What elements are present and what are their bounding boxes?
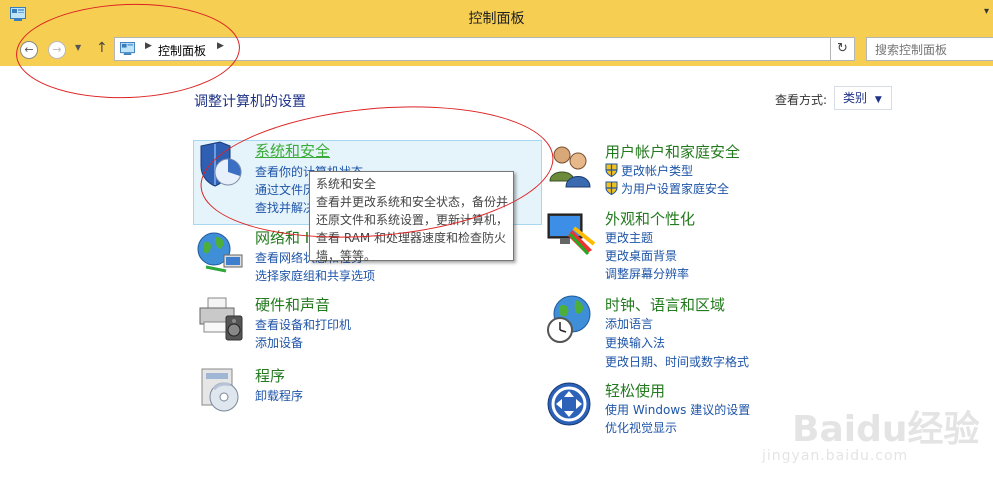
category-link[interactable]: 调整屏幕分辨率 [605,265,689,282]
category-link[interactable]: 更改桌面背景 [605,247,677,264]
watermark: Baidu经验 jingyan.baidu.com [762,400,979,475]
category-link[interactable]: 更换输入法 [605,334,665,351]
category-title[interactable]: 用户帐户和家庭安全 [605,141,740,162]
tooltip-line: 查看并更改系统和安全状态，备份并 [316,195,509,209]
view-by-dropdown[interactable]: 类别 ▼ [834,86,892,110]
uac-shield-icon [605,181,618,195]
view-by-label: 查看方式: [775,93,828,107]
page-title: 调整计算机的设置 [194,94,306,110]
uac-shield-icon [605,163,618,177]
up-button[interactable]: ↑ [96,40,108,56]
refresh-button[interactable]: ↻ [830,37,855,61]
watermark-logo: Baidu经验 [792,409,980,450]
breadcrumb-separator-icon[interactable]: ▶ [217,41,224,51]
category-title[interactable]: 程序 [255,365,285,386]
tooltip: 系统和安全 查看并更改系统和安全状态，备份并 还原文件和系统设置，更新计算机， … [309,171,514,263]
printer-speaker-icon [199,297,243,341]
category-title[interactable]: 轻松使用 [605,380,665,401]
arrow-right-icon: → [52,43,62,56]
category-link-text[interactable]: 为用户设置家庭安全 [621,182,729,196]
category-link[interactable]: 优化视觉显示 [605,419,677,436]
arrow-up-icon: ↑ [96,40,108,56]
category-link[interactable]: 选择家庭组和共享选项 [255,267,375,284]
globe-network-icon [197,232,243,273]
users-icon [549,146,591,188]
caption-caret-icon[interactable]: ▾ [984,6,989,17]
recent-locations-dropdown[interactable]: ▼ [75,43,81,52]
search-input[interactable] [867,38,993,62]
breadcrumb-control-panel[interactable]: 控制面板 [158,42,206,59]
shield-pie-chart-icon [200,141,242,187]
view-by-value: 类别 [843,91,868,105]
back-button[interactable]: ← [20,41,38,59]
search-box[interactable] [866,37,993,62]
category-title[interactable]: 时钟、语言和区域 [605,294,725,315]
monitor-palette-icon [547,213,596,256]
refresh-icon: ↻ [837,41,848,56]
tooltip-line: 查看 RAM 和处理器速度和检查防火 [316,231,507,245]
tooltip-title: 系统和安全 [316,177,377,191]
title-bar: 控制面板 ▾ [0,0,993,32]
tooltip-line: 墙，等等。 [316,249,377,263]
control-panel-icon [120,42,135,55]
arrow-left-icon: ← [24,43,34,56]
breadcrumb-separator-icon[interactable]: ▶ [145,41,152,51]
chevron-down-icon: ▼ [874,95,882,105]
category-title[interactable]: 硬件和声音 [255,294,330,315]
globe-clock-icon [547,295,591,343]
window-title: 控制面板 [468,11,525,27]
address-bar: ← → ▼ ↑ ▶ 控制面板 ▶ ∨ ↻ [0,32,993,66]
category-link[interactable]: 更改主题 [605,229,653,246]
category-link[interactable]: 更改帐户类型 [605,162,693,179]
programs-disc-icon [201,368,239,412]
category-title[interactable]: 外观和个性化 [605,208,695,229]
ease-of-access-icon [547,382,591,426]
category-link[interactable]: 更改日期、时间或数字格式 [605,353,749,370]
forward-button[interactable]: → [48,41,66,59]
category-link[interactable]: 查看设备和打印机 [255,316,351,333]
category-link[interactable]: 添加语言 [605,315,653,332]
category-link[interactable]: 添加设备 [255,334,303,351]
category-link[interactable]: 卸载程序 [255,387,303,404]
category-title[interactable]: 系统和安全 [255,140,330,161]
watermark-url: jingyan.baidu.com [762,448,909,464]
breadcrumb[interactable]: ▶ 控制面板 ▶ ∨ [114,37,855,61]
category-link[interactable]: 为用户设置家庭安全 [605,180,729,197]
category-link-text[interactable]: 更改帐户类型 [621,164,693,178]
category-link[interactable]: 使用 Windows 建议的设置 [605,401,750,418]
tooltip-line: 还原文件和系统设置，更新计算机， [316,213,509,227]
